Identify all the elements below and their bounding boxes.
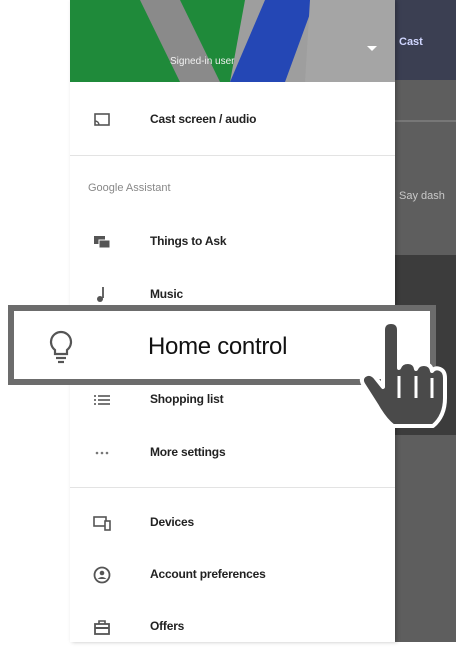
menu-item-devices[interactable]: Devices [70,503,395,543]
account-circle-icon [93,566,111,584]
menu-item-label: Music [150,287,184,301]
music-note-icon [97,287,104,302]
cast-icon [94,113,110,126]
menu-item-label: Cast screen / audio [150,112,257,126]
menu-item-label: Devices [150,515,194,529]
home-control-label: Home control [148,333,288,360]
lightbulb-icon [49,330,73,364]
chat-icon [94,236,111,249]
menu-item-label: More settings [150,445,226,459]
menu-item-label: Offers [150,619,185,633]
menu-item-account-preferences[interactable]: Account preferences [70,555,395,595]
menu-item-things-to-ask[interactable]: Things to Ask [70,222,395,262]
account-name: Signed-in user [170,56,235,67]
header-banner [70,0,395,82]
menu-item-shopping-list[interactable]: Shopping list [70,380,395,420]
background-text: Cast [399,36,423,48]
menu-item-label: Shopping list [150,392,224,406]
menu-item-cast[interactable]: Cast screen / audio [70,100,395,140]
devices-icon [93,516,111,531]
offers-icon [94,620,110,635]
divider [70,487,395,488]
menu-item-label: Things to Ask [150,234,227,248]
menu-item-offers[interactable]: Offers [70,607,395,647]
menu-item-more-settings[interactable]: More settings [70,433,395,473]
drawer-header: Signed-in user [70,0,395,82]
list-icon [94,395,110,405]
background-divider [395,120,456,122]
menu-item-label: Account preferences [150,567,266,581]
hand-pointer-icon [359,320,447,428]
more-horizontal-icon [95,451,109,455]
account-switcher-arrow[interactable] [367,46,377,51]
section-label: Google Assistant [88,182,171,194]
background-text: Say dash [399,190,445,202]
divider [70,155,395,156]
